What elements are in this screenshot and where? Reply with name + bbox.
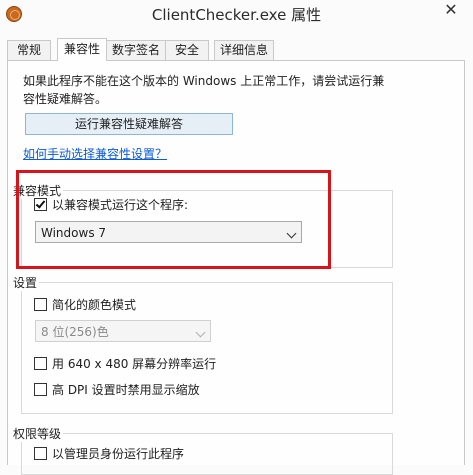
run-troubleshooter-button[interactable]: 运行兼容性疑难解答 bbox=[25, 113, 233, 135]
compat-mode-checkbox-row[interactable]: 以兼容模式运行这个程序: bbox=[34, 196, 188, 212]
chevron-down-icon bbox=[195, 327, 206, 338]
tab-digital-signatures[interactable]: 数字签名 bbox=[106, 40, 166, 60]
color-depth-select[interactable]: 8 位(256)色 bbox=[35, 320, 211, 342]
title-bar: ClientChecker.exe 属性 ✕ bbox=[0, 0, 473, 30]
intro-line-2: 容性疑难解答。 bbox=[23, 92, 108, 106]
manual-settings-link[interactable]: 如何手动选择兼容性设置？ bbox=[23, 145, 167, 162]
compat-mode-checkbox[interactable] bbox=[34, 197, 47, 211]
reduced-color-row[interactable]: 简化的颜色模式 bbox=[34, 296, 136, 312]
dpi-scaling-checkbox[interactable] bbox=[34, 382, 47, 396]
window-title: ClientChecker.exe 属性 bbox=[151, 6, 322, 24]
compat-os-select[interactable]: Windows 7 bbox=[35, 221, 302, 243]
resolution-checkbox[interactable] bbox=[34, 356, 47, 370]
close-button[interactable]: ✕ bbox=[433, 0, 469, 22]
reduced-color-checkbox[interactable] bbox=[34, 297, 47, 311]
intro-line-1: 如果此程序不能在这个版本的 Windows 上正常工作，请尝试运行兼 bbox=[23, 74, 385, 88]
run-as-admin-label: 以管理员身份运行此程序 bbox=[52, 446, 185, 461]
resolution-label: 用 640 x 480 屏幕分辨率运行 bbox=[52, 356, 217, 371]
dpi-scaling-row[interactable]: 高 DPI 设置时禁用显示缩放 bbox=[34, 381, 200, 397]
compat-os-value: Windows 7 bbox=[41, 226, 107, 240]
chevron-down-icon bbox=[286, 228, 297, 239]
compat-mode-checkbox-label: 以兼容模式运行这个程序: bbox=[52, 197, 189, 212]
tab-general[interactable]: 常规 bbox=[7, 40, 51, 60]
settings-legend: 设置 bbox=[11, 274, 40, 291]
tab-compatibility[interactable]: 兼容性 bbox=[57, 38, 107, 61]
tab-strip: 常规 兼容性 数字签名 安全 详细信息 bbox=[7, 38, 467, 61]
intro-text: 如果此程序不能在这个版本的 Windows 上正常工作，请尝试运行兼 容性疑难解… bbox=[23, 72, 443, 108]
privilege-legend: 权限等级 bbox=[11, 425, 64, 442]
run-as-admin-checkbox[interactable] bbox=[34, 446, 47, 460]
dpi-scaling-label: 高 DPI 设置时禁用显示缩放 bbox=[52, 382, 200, 397]
compatibility-panel: 如果此程序不能在这个版本的 Windows 上正常工作，请尝试运行兼 容性疑难解… bbox=[7, 60, 465, 475]
run-as-admin-row[interactable]: 以管理员身份运行此程序 bbox=[34, 445, 184, 461]
color-depth-value: 8 位(256)色 bbox=[41, 325, 109, 339]
tab-security[interactable]: 安全 bbox=[165, 40, 209, 60]
resolution-row[interactable]: 用 640 x 480 屏幕分辨率运行 bbox=[34, 355, 216, 371]
tab-details[interactable]: 详细信息 bbox=[214, 40, 274, 60]
reduced-color-label: 简化的颜色模式 bbox=[52, 297, 137, 312]
